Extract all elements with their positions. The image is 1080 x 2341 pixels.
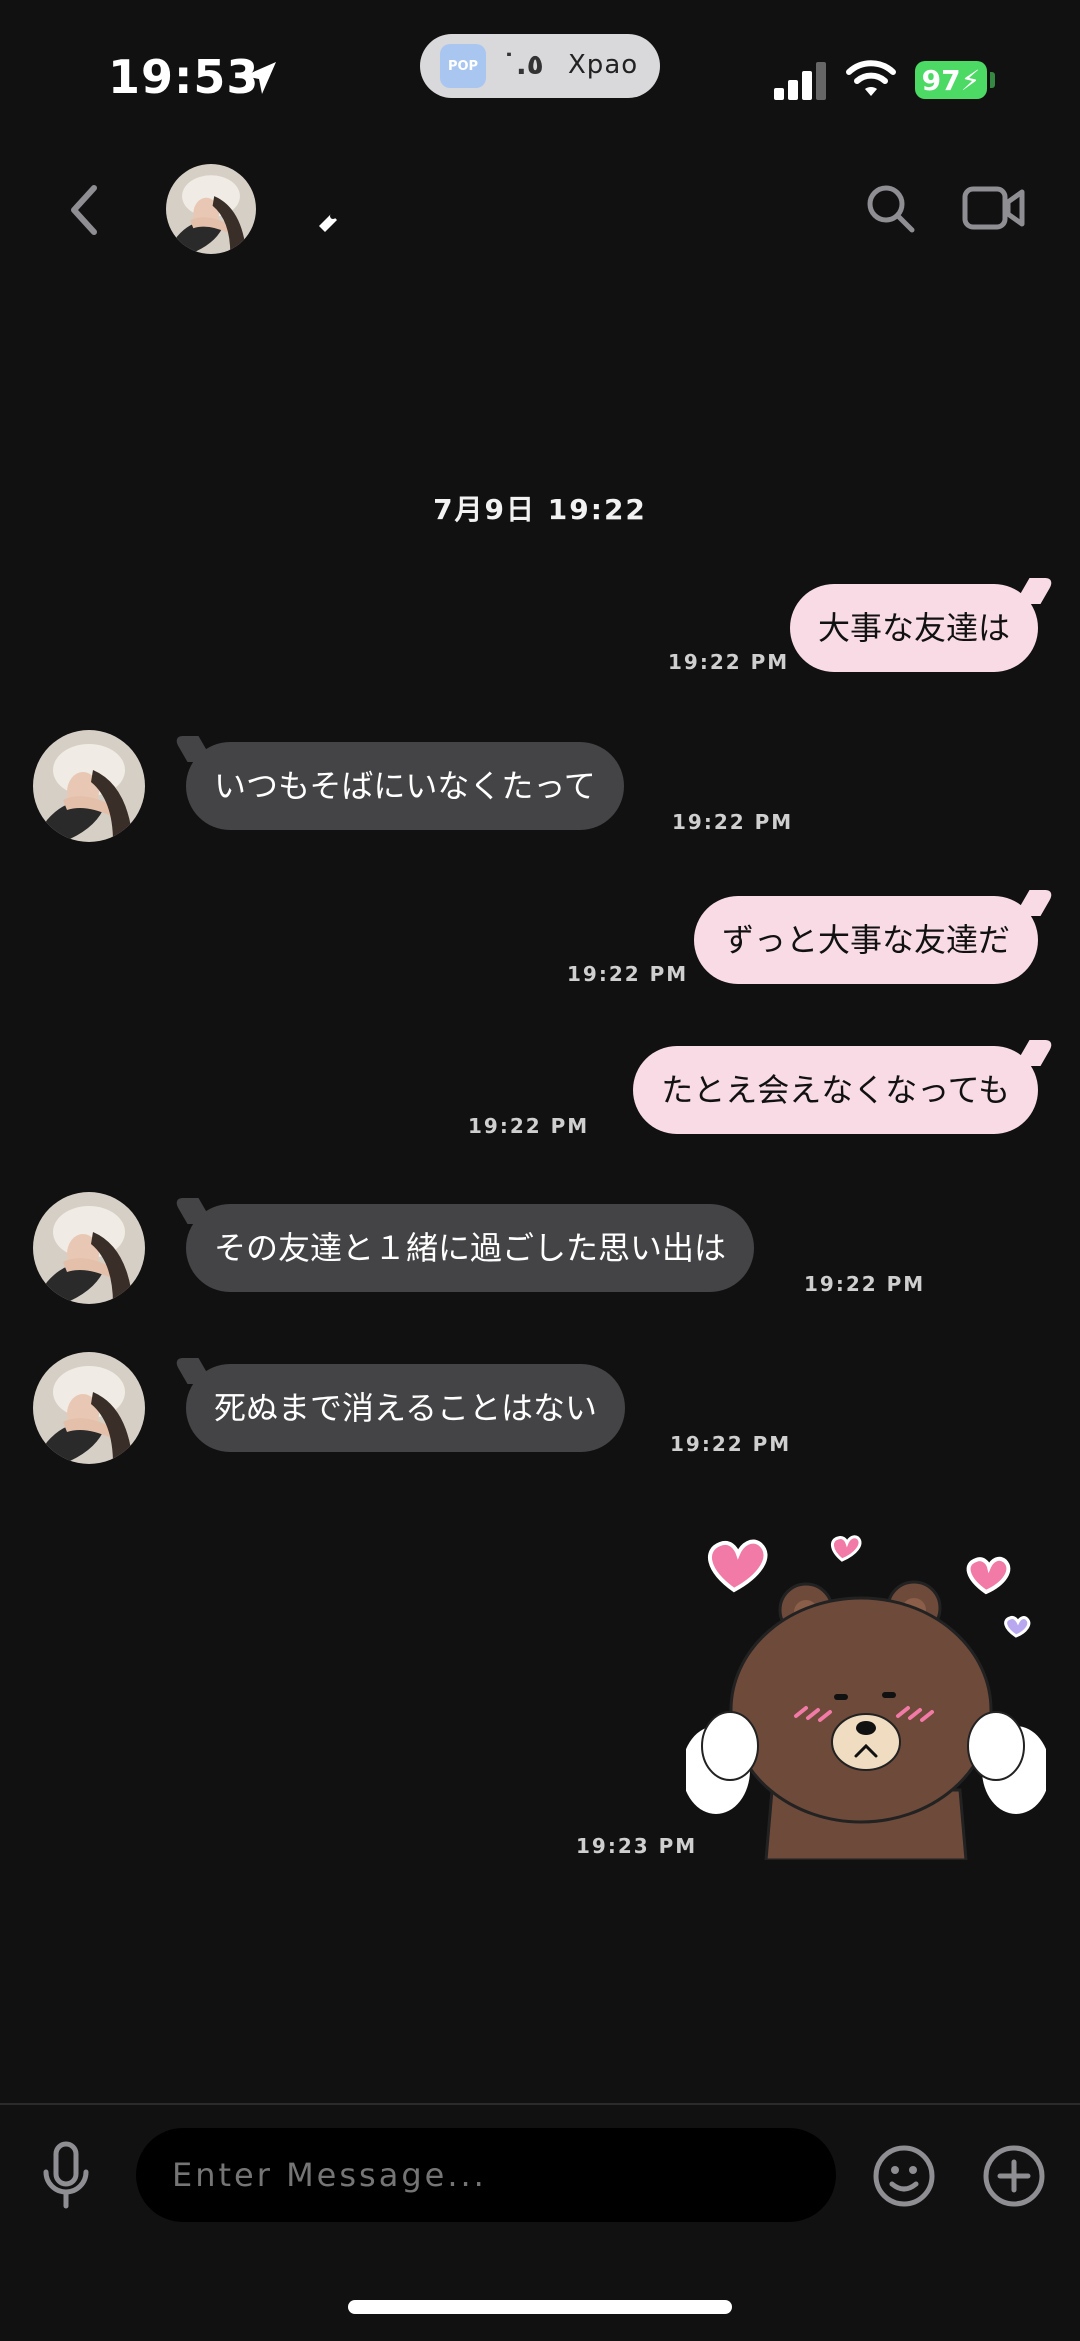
message-input[interactable]	[136, 2128, 836, 2222]
message-bubble-incoming[interactable]: その友達と１緒に過ごした思い出は	[186, 1204, 755, 1292]
message-timestamp: 19:22 PM	[670, 1432, 792, 1456]
microphone-icon[interactable]	[38, 2140, 94, 2212]
message-bubble-outgoing[interactable]: たとえ会えなくなっても	[633, 1046, 1038, 1134]
charging-bolt-icon: ⚡	[960, 63, 981, 97]
conversation-date: 7月9日 19:22	[433, 493, 647, 526]
message-timestamp: 19:23 PM	[576, 1834, 698, 1858]
pill-text-symbols: ˙.٥	[502, 48, 544, 81]
brown-bear-hearts-sticker[interactable]	[686, 1520, 1046, 1860]
battery-level: 97	[921, 63, 961, 97]
plus-circle-icon[interactable]	[982, 2144, 1046, 2208]
header-avatar[interactable]	[166, 164, 256, 254]
composer-divider	[0, 2103, 1080, 2105]
message-timestamp: 19:22 PM	[668, 650, 790, 674]
pill-text-label: Xpao	[568, 50, 639, 80]
message-text: 大事な友達は	[817, 609, 1010, 647]
pop-app-icon: POP	[440, 44, 486, 88]
message-text: 死ぬまで消えることはない	[214, 1389, 598, 1427]
contact-avatar[interactable]	[33, 1352, 145, 1464]
message-timestamp: 19:22 PM	[468, 1114, 590, 1138]
location-arrow-icon	[244, 62, 276, 94]
battery-tip	[990, 72, 995, 88]
message-bubble-incoming[interactable]: 死ぬまで消えることはない	[186, 1364, 626, 1452]
message-text: いつもそばにいなくたって	[214, 767, 596, 805]
message-bubble-outgoing[interactable]: ずっと大事な友達だ	[693, 896, 1038, 984]
chevron-left-icon[interactable]	[64, 180, 104, 240]
wifi-icon	[846, 60, 896, 96]
contact-avatar[interactable]	[33, 1192, 145, 1304]
emoji-icon[interactable]	[872, 2144, 936, 2208]
message-timestamp: 19:22 PM	[567, 962, 689, 986]
tag-icon	[319, 213, 337, 232]
message-text: ずっと大事な友達だ	[721, 921, 1010, 959]
message-text: たとえ会えなくなっても	[661, 1071, 1010, 1109]
message-bubble-outgoing[interactable]: 大事な友達は	[789, 584, 1038, 672]
contact-avatar[interactable]	[33, 730, 145, 842]
battery-indicator: 97 ⚡	[915, 61, 987, 99]
home-indicator[interactable]	[348, 2300, 732, 2314]
message-timestamp: 19:22 PM	[672, 810, 794, 834]
video-call-icon[interactable]	[962, 184, 1026, 232]
status-time: 19:53	[108, 50, 260, 104]
search-icon[interactable]	[862, 180, 918, 236]
message-text: その友達と１緒に過ごした思い出は	[214, 1229, 727, 1267]
message-bubble-incoming[interactable]: いつもそばにいなくたって	[186, 742, 624, 830]
dynamic-island-pill[interactable]: POP ˙.٥ Xpao	[420, 34, 660, 98]
message-timestamp: 19:22 PM	[804, 1272, 926, 1296]
cellular-signal-icon	[774, 62, 826, 100]
